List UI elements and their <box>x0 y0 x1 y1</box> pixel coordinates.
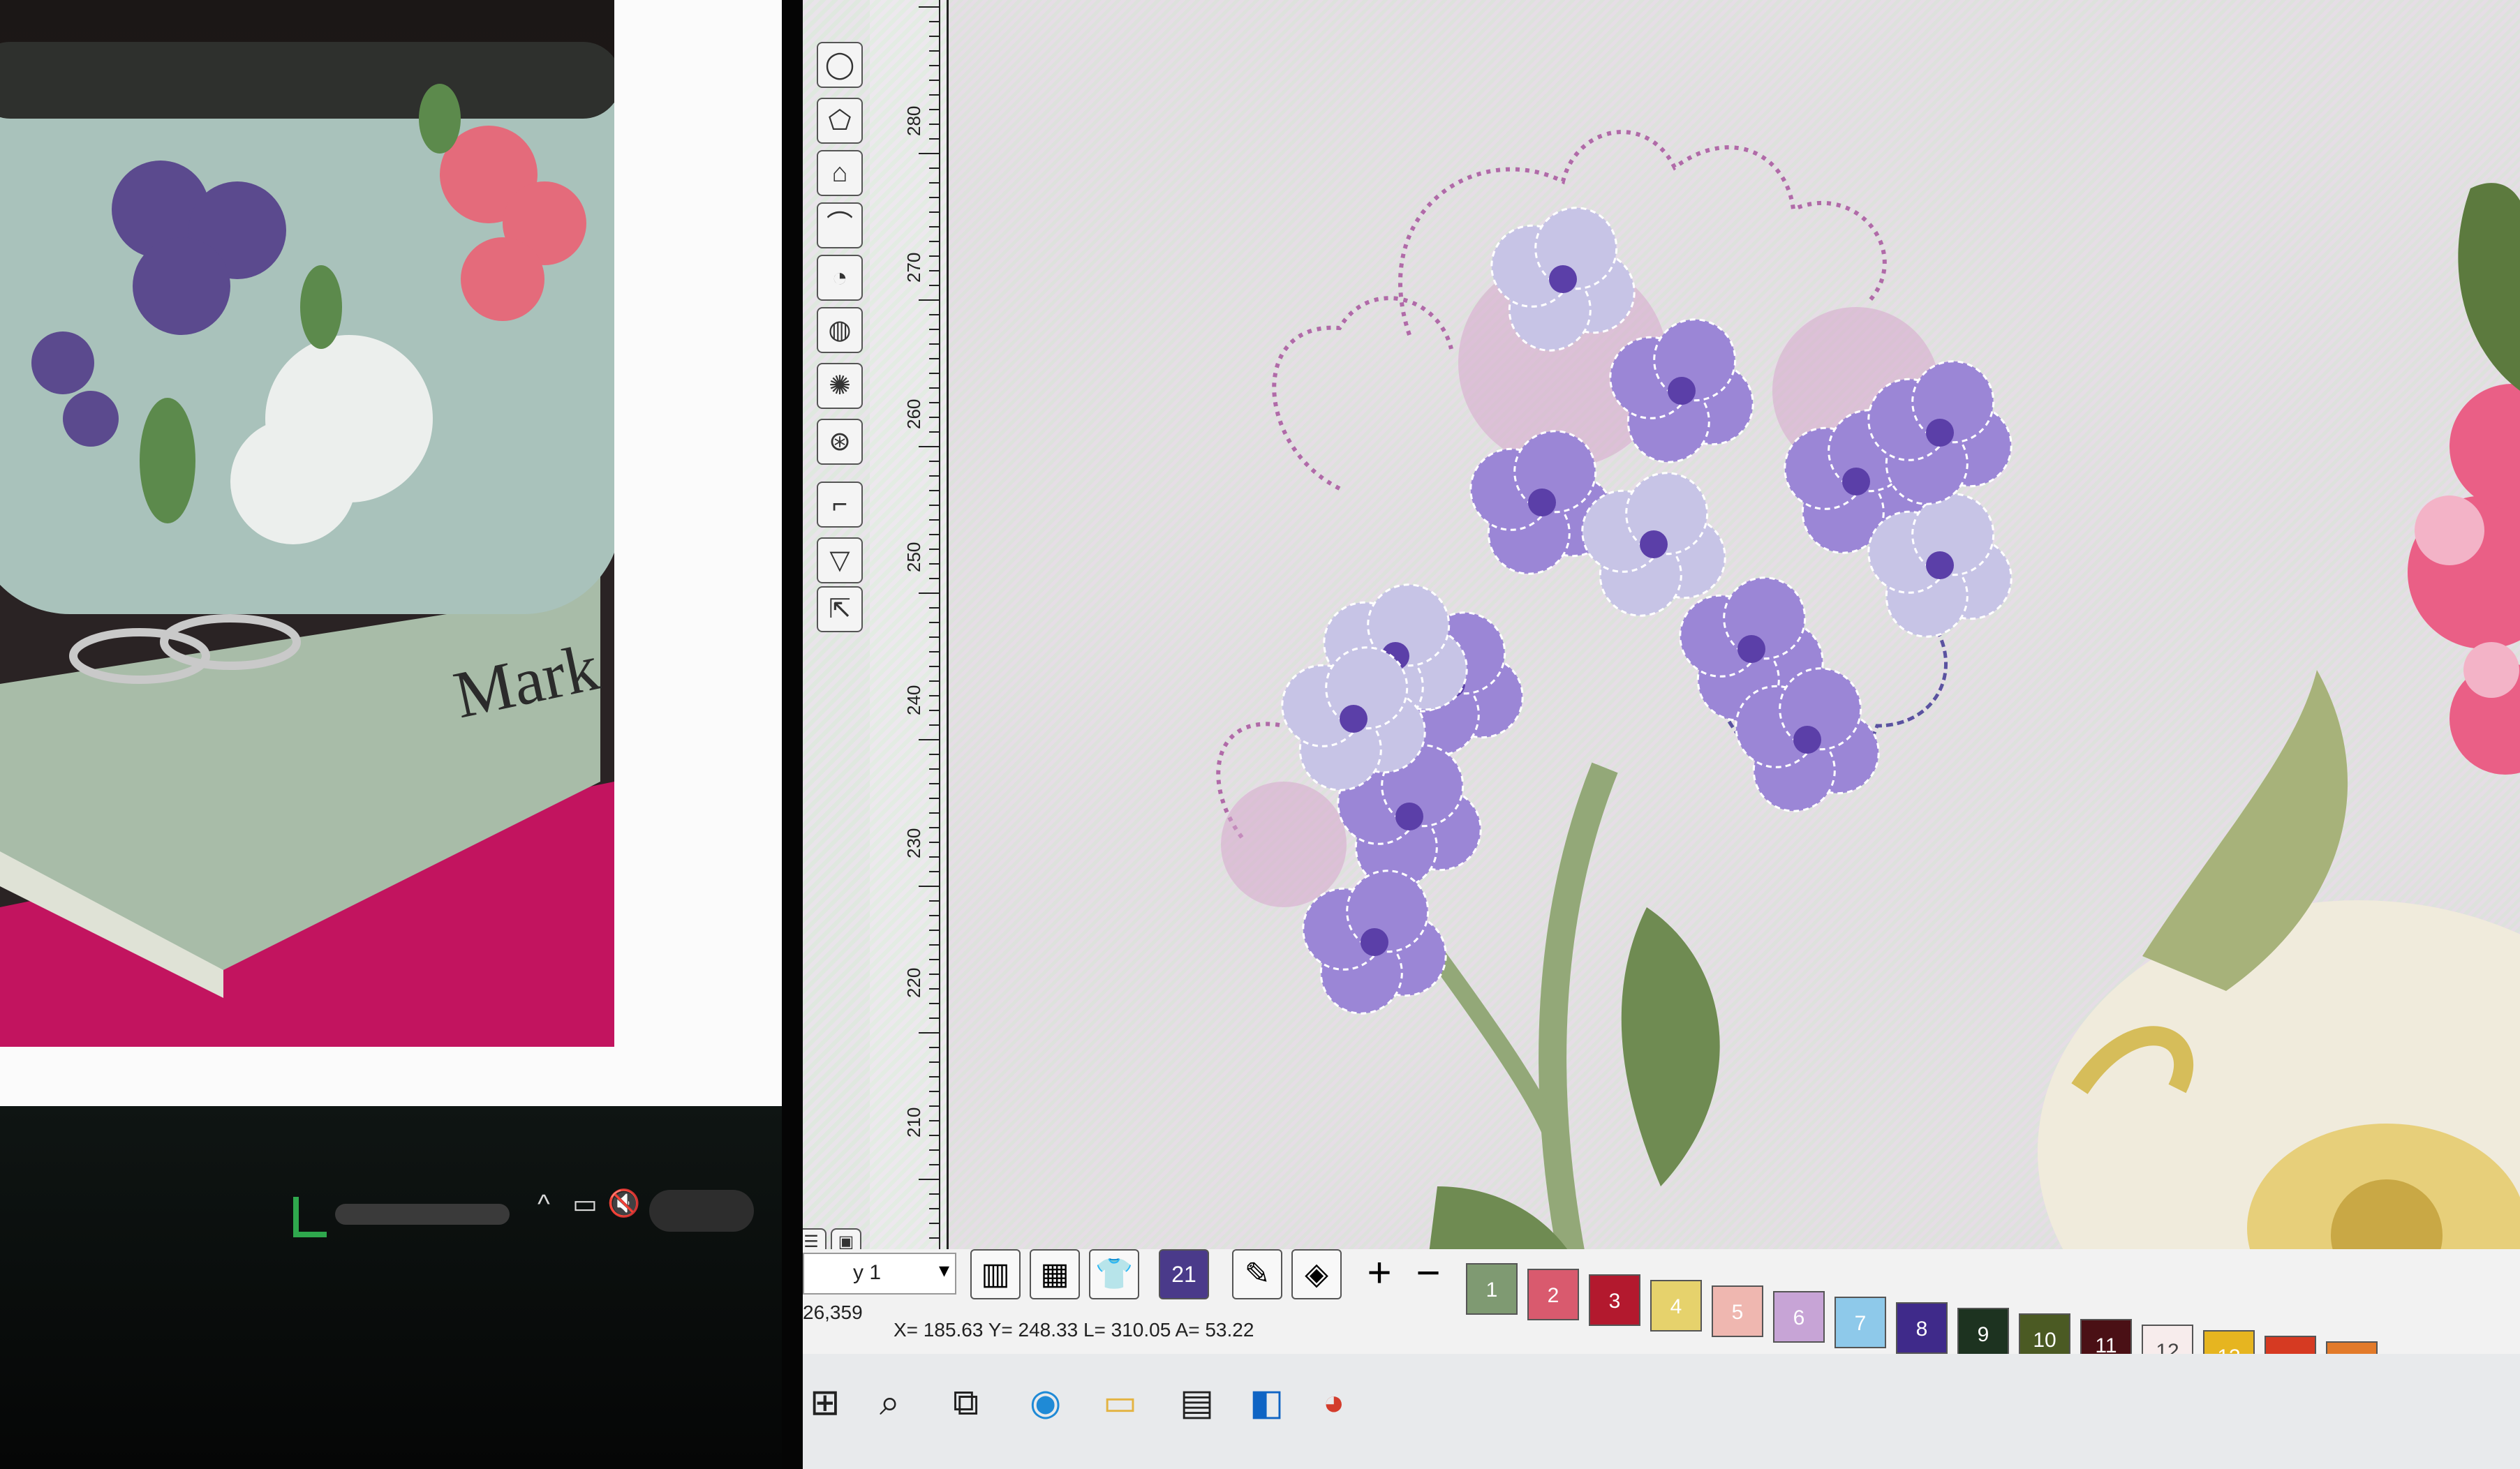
ruler-label-250: 250 <box>903 542 924 572</box>
thread-swatch[interactable]: 4 <box>1650 1280 1702 1332</box>
right-monitor: ◯ ⬠ ⌂ ⌒ ◔ ◍ ✺ ⊛ ⌐ ▽ ⇱ ☰ ▣ 280 270 260 25… <box>782 0 2520 1469</box>
fill-tool-icon[interactable]: ◍ <box>817 307 863 353</box>
edge-browser-icon[interactable]: ◉ <box>1030 1382 1061 1424</box>
triangle-tool-icon[interactable]: ▽ <box>817 537 863 583</box>
coordinate-readout: X= 185.63 Y= 248.33 L= 310.05 A= 53.22 <box>894 1319 1254 1341</box>
thread-chart-icon[interactable]: ▥ <box>970 1249 1021 1299</box>
add-icon[interactable]: + <box>1354 1249 1404 1299</box>
thread-count-value: 21 <box>1171 1262 1196 1287</box>
ruler-label-280: 280 <box>903 105 924 136</box>
thread-swatch[interactable]: 7 <box>1835 1297 1886 1348</box>
polygon-tool-icon[interactable]: ⬠ <box>817 98 863 144</box>
ruler-label-270: 270 <box>903 252 924 283</box>
thread-count-badge[interactable]: 21 <box>1159 1249 1209 1299</box>
thread-swatch[interactable]: 6 <box>1773 1291 1825 1343</box>
thread-swatch[interactable]: 8 <box>1896 1302 1948 1354</box>
arc-tool-icon[interactable]: ◔ <box>817 255 863 301</box>
ruler-label-210: 210 <box>903 1107 924 1138</box>
radial-tool-icon[interactable]: ✺ <box>817 363 863 409</box>
remove-icon[interactable]: − <box>1403 1249 1453 1299</box>
target-tool-icon[interactable]: ⊛ <box>817 419 863 465</box>
ruler-label-220: 220 <box>903 967 924 998</box>
eyedropper-icon[interactable]: ✎ <box>1232 1249 1282 1299</box>
windows-start-icon[interactable]: ⊞ <box>810 1382 840 1424</box>
layer-select-value: y 1 <box>853 1261 882 1284</box>
task-view-icon[interactable]: ⧉ <box>953 1382 979 1424</box>
thread-swatch[interactable]: 1 <box>1466 1263 1518 1315</box>
house-shape-tool-icon[interactable]: ⌂ <box>817 150 863 196</box>
windows-taskbar: ⊞ ⌕ ⧉ ◉ ▭ ▤ ◧ ◕ <box>803 1354 2520 1469</box>
tray-up-arrow-icon[interactable]: ^ <box>538 1190 550 1220</box>
thread-swatch[interactable]: 9 <box>1957 1308 2009 1359</box>
stitch-count: 26,359 <box>803 1302 863 1323</box>
outlook-icon[interactable]: ◧ <box>1250 1382 1284 1424</box>
thread-swatch[interactable]: 3 <box>1589 1274 1640 1326</box>
thread-swatch[interactable]: 5 <box>1712 1285 1763 1337</box>
blurred-tray-text <box>335 1204 510 1225</box>
thread-swatch[interactable]: 2 <box>1527 1269 1579 1320</box>
signal-icon[interactable] <box>293 1197 327 1237</box>
vertical-ruler: 280 270 260 250 240 230 220 210 <box>870 0 949 1249</box>
chrome-icon[interactable]: ◕ <box>1323 1382 1344 1424</box>
chevron-down-icon[interactable]: ▾ <box>939 1258 949 1283</box>
embroidery-app: ◯ ⬠ ⌂ ⌒ ◔ ◍ ✺ ⊛ ⌐ ▽ ⇱ ☰ ▣ 280 270 260 25… <box>803 0 2520 1469</box>
left-taskbar: ^ ▭ 🔇 <box>0 1106 803 1469</box>
hydrangea-floret <box>1302 870 1447 1015</box>
design-canvas[interactable] <box>949 0 2520 1403</box>
file-explorer-icon[interactable]: ▭ <box>1103 1382 1137 1424</box>
ruler-label-260: 260 <box>903 398 924 429</box>
ruler-label-240: 240 <box>903 685 924 715</box>
circle-tool-icon[interactable]: ◯ <box>817 42 863 88</box>
monitor-network-icon[interactable]: ▭ <box>572 1188 598 1220</box>
ruler-label-230: 230 <box>903 828 924 858</box>
paint-bucket-icon[interactable]: ◈ <box>1291 1249 1342 1299</box>
speaker-mute-icon[interactable]: 🔇 <box>607 1188 640 1219</box>
color-grid-icon[interactable]: ▦ <box>1030 1249 1080 1299</box>
garment-icon[interactable]: 👕 <box>1089 1249 1139 1299</box>
pointer-tool-icon[interactable]: ⇱ <box>817 586 863 632</box>
left-monitor: Mark ^ ▭ 🔇 <box>0 0 803 1469</box>
curve-tool-icon[interactable]: ⌒ <box>817 202 863 248</box>
node-tool-icon[interactable]: ⌐ <box>817 482 863 528</box>
layer-select[interactable]: y 1 ▾ <box>803 1253 956 1295</box>
product-photo: Mark <box>0 0 614 1047</box>
left-screen: Mark <box>0 0 803 1106</box>
blurred-clock <box>649 1190 754 1232</box>
store-icon[interactable]: ▤ <box>1180 1382 1214 1424</box>
search-icon[interactable]: ⌕ <box>880 1382 900 1424</box>
tool-palette: ◯ ⬠ ⌂ ⌒ ◔ ◍ ✺ ⊛ ⌐ ▽ ⇱ ☰ ▣ <box>803 0 870 1256</box>
